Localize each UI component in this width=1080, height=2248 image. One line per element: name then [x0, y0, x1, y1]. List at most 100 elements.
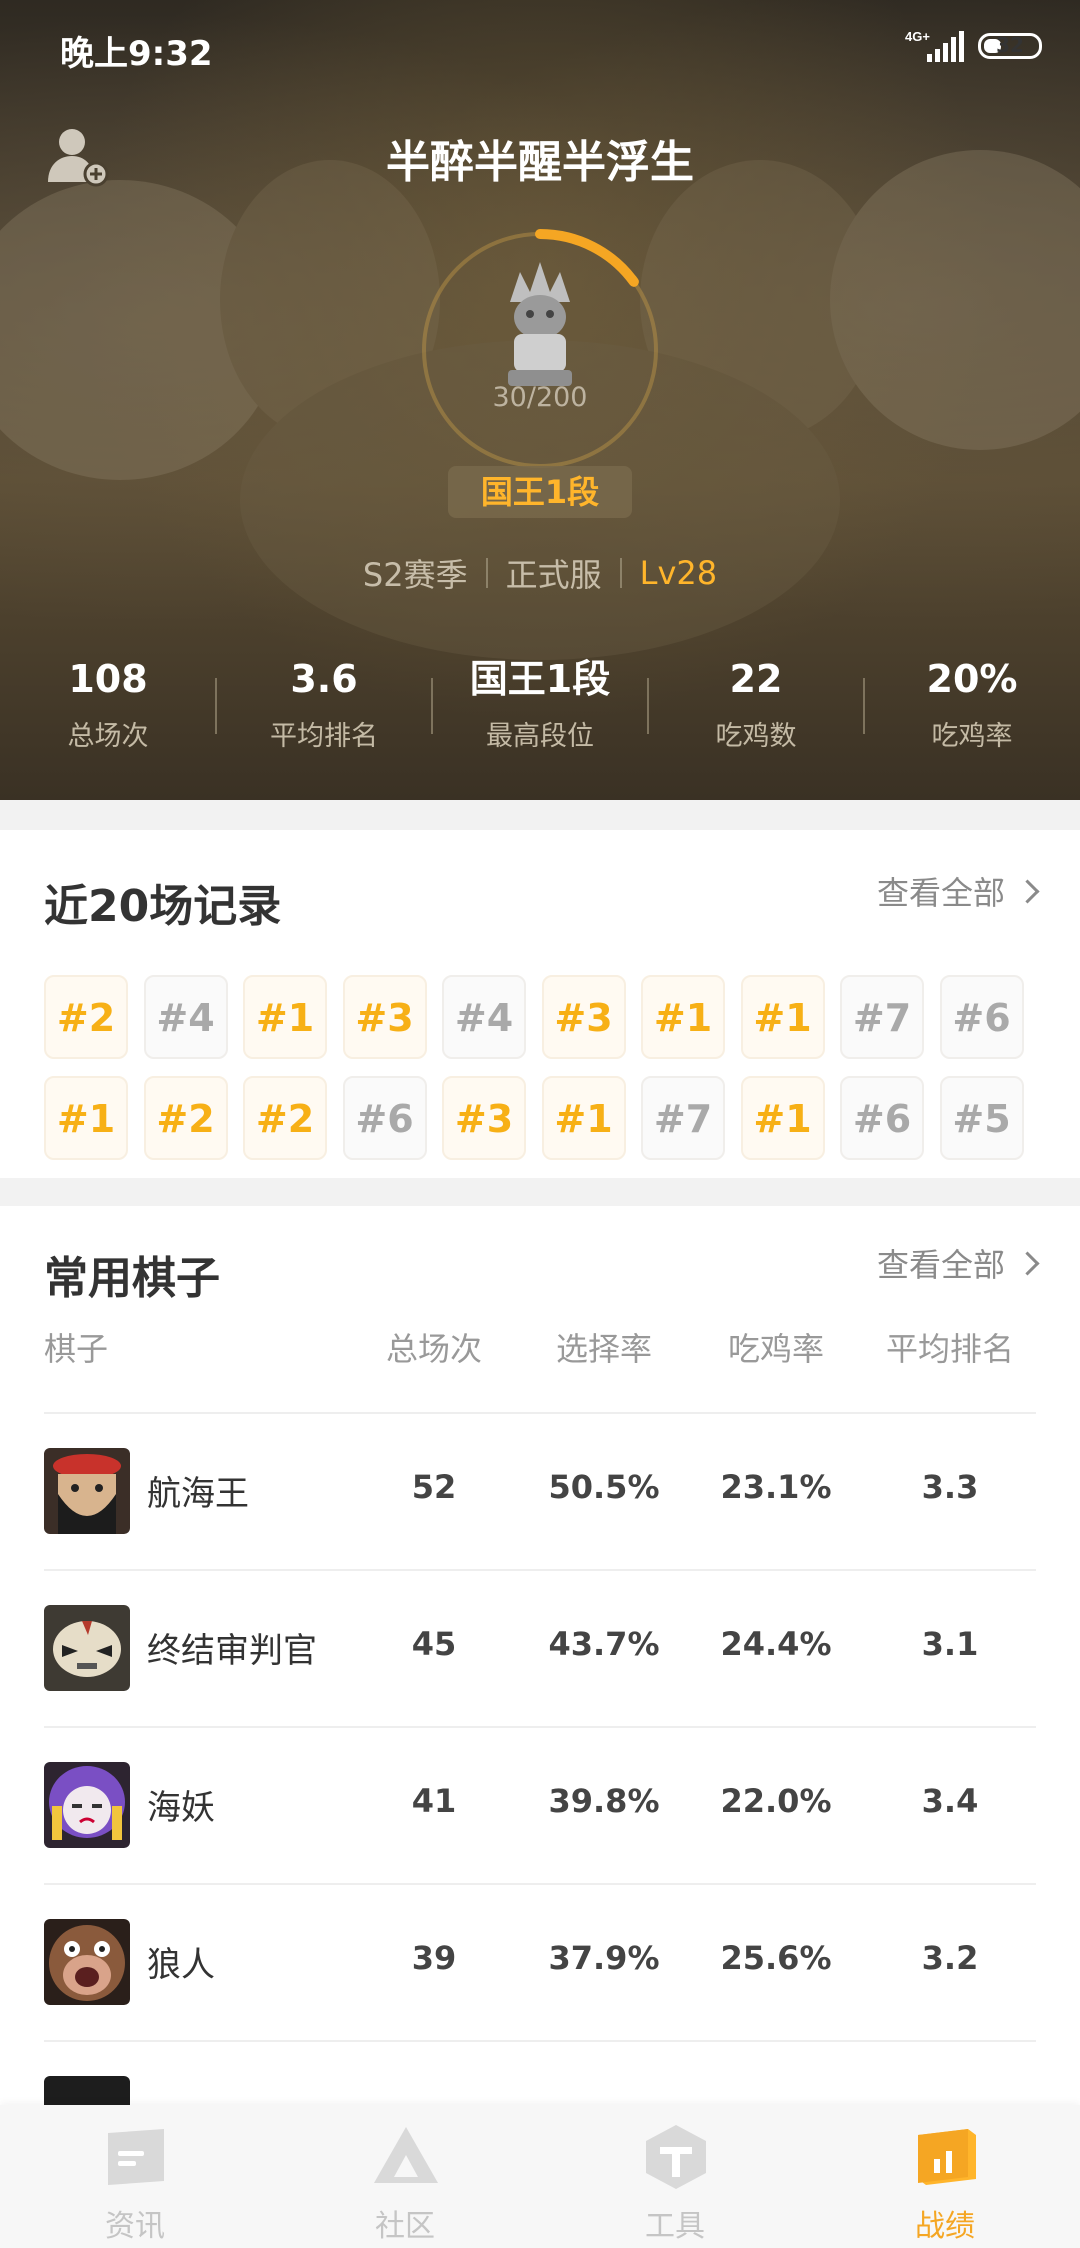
divider — [619, 558, 622, 588]
table-row[interactable]: 海妖 41 39.8% 22.0% 3.4 — [44, 1726, 1036, 1885]
profile-header: 晚上9:32 4G+ 32 半醉半醒半浮生 30/200 国王1段 S2赛季 正… — [0, 0, 1080, 800]
nav-label: 战绩 — [915, 2209, 975, 2244]
piece-pick-rate: 37.9% — [548, 1939, 660, 1977]
pieces-table-header: 棋子 总场次 选择率 吃鸡率 平均排名 — [44, 1324, 1036, 1378]
recent-result-cell: #1 — [541, 1076, 626, 1160]
column-header: 选择率 — [555, 1330, 652, 1368]
column-header: 吃鸡率 — [727, 1330, 824, 1368]
record-icon — [918, 2129, 976, 2185]
stat-highest-tier: 国王1段 最高段位 — [432, 652, 648, 753]
stats-summary: 108 总场次 3.6 平均排名 国王1段 最高段位 22 吃鸡数 20% 吃鸡… — [0, 652, 1080, 762]
stat-value: 3.6 — [290, 657, 358, 701]
divider — [485, 558, 488, 588]
table-row[interactable] — [44, 2040, 1036, 2116]
piece-name: 狼人 — [147, 1945, 215, 1985]
piece-avg-rank: 3.1 — [921, 1625, 979, 1663]
piece-name: 海妖 — [147, 1788, 215, 1828]
king-rank-emblem-icon — [508, 262, 572, 386]
rank-progress-ring — [419, 229, 661, 471]
siren-avatar-icon — [44, 1762, 130, 1848]
pieces-view-all-link[interactable]: 查看全部 — [876, 1240, 1040, 1286]
recent-matches-title: 近20场记录 — [44, 881, 282, 932]
piece-games: 45 — [411, 1625, 457, 1663]
season-info: S2赛季 正式服 Lv28 — [0, 550, 1080, 596]
stat-label: 吃鸡数 — [715, 721, 797, 752]
recent-result-cell: #3 — [342, 975, 427, 1059]
chevron-right-icon — [1015, 1251, 1040, 1276]
common-pieces-title: 常用棋子 — [44, 1253, 220, 1304]
recent-result-cell: #2 — [44, 975, 128, 1059]
recent-result-cell: #2 — [143, 1076, 228, 1160]
stat-value: 108 — [68, 657, 148, 701]
piece-games: 52 — [411, 1468, 457, 1506]
recent-result-cell: #3 — [541, 975, 626, 1059]
nav-label: 资讯 — [105, 2209, 165, 2244]
piece-win-rate: 25.6% — [720, 1939, 832, 1977]
piece-avg-rank: 3.2 — [921, 1939, 979, 1977]
piece-win-rate: 23.1% — [720, 1468, 832, 1506]
recent-result-cell: #1 — [44, 1076, 128, 1160]
view-all-label: 查看全部 — [876, 874, 1005, 912]
table-row[interactable]: 狼人 39 37.9% 25.6% 3.2 — [44, 1883, 1036, 2042]
status-time: 晚上9:32 — [60, 34, 213, 74]
nav-news[interactable]: 资讯 — [0, 2105, 270, 2248]
piece-pick-rate: 39.8% — [548, 1782, 660, 1820]
recent-result-cell: #6 — [840, 1076, 924, 1160]
nav-record[interactable]: 战绩 — [810, 2105, 1080, 2248]
recent-result-cell: #1 — [740, 975, 825, 1059]
stat-average-rank: 3.6 平均排名 — [216, 652, 432, 753]
column-header: 棋子 — [44, 1330, 109, 1368]
recent-result-cell: #6 — [939, 975, 1024, 1059]
news-icon — [108, 2129, 164, 2185]
table-row[interactable]: 航海王 52 50.5% 23.1% 3.3 — [44, 1412, 1036, 1571]
chevron-right-icon — [1015, 879, 1040, 904]
community-icon — [374, 2127, 438, 2183]
player-nickname: 半醉半醒半浮生 — [386, 137, 694, 188]
piece-pick-rate: 50.5% — [548, 1468, 660, 1506]
nav-tools[interactable]: 工具 — [540, 2105, 810, 2248]
recent-matches-card: 近20场记录 查看全部 #2 #4 #1 #3 #4 #3 #1 #1 #7 #6 #1 #2 #2 #6… — [0, 830, 1080, 1178]
rank-progress-text: 30/200 — [492, 382, 588, 413]
recent-result-cell: #1 — [641, 975, 725, 1059]
player-level: Lv28 — [639, 554, 718, 592]
piece-win-rate: 24.4% — [720, 1625, 832, 1663]
recent-result-cell: #7 — [641, 1076, 725, 1160]
common-pieces-card: 常用棋子 查看全部 棋子 总场次 选择率 吃鸡率 平均排名 航海王 52 50.… — [0, 1206, 1080, 2116]
season-label: S2赛季 — [362, 556, 468, 594]
status-bar: 晚上9:32 4G+ 32 — [0, 0, 1080, 100]
stat-total-games: 108 总场次 — [0, 652, 216, 753]
recent-result-cell: #7 — [840, 975, 924, 1059]
recent-result-cell: #1 — [243, 975, 327, 1059]
bottom-navigation: 资讯 社区 工具 战绩 — [0, 2105, 1080, 2248]
stat-value: 20% — [926, 657, 1018, 701]
pirate-king-avatar-icon — [44, 1448, 130, 1534]
recent-result-cell: #4 — [442, 975, 526, 1059]
piece-avg-rank: 3.4 — [921, 1782, 979, 1820]
final-judge-avatar-icon — [44, 1605, 130, 1691]
stat-label: 总场次 — [67, 721, 149, 752]
battery-level: 32 — [996, 33, 1024, 57]
piece-name: 终结审判官 — [147, 1631, 317, 1671]
table-row[interactable]: 终结审判官 45 43.7% 24.4% 3.1 — [44, 1569, 1036, 1728]
stat-wins: 22 吃鸡数 — [648, 652, 864, 753]
piece-win-rate: 22.0% — [720, 1782, 832, 1820]
recent-result-cell: #4 — [143, 975, 228, 1059]
stat-label: 吃鸡率 — [931, 721, 1013, 752]
column-header: 平均排名 — [885, 1330, 1014, 1368]
view-all-label: 查看全部 — [876, 1246, 1005, 1284]
battery-icon: 32 — [978, 33, 1042, 59]
nav-community[interactable]: 社区 — [270, 2105, 540, 2248]
recent-result-cell: #1 — [740, 1076, 825, 1160]
piece-games: 41 — [411, 1782, 457, 1820]
recent-result-cell: #5 — [939, 1076, 1024, 1160]
recent-result-cell: #3 — [442, 1076, 526, 1160]
nav-label: 工具 — [645, 2209, 705, 2244]
stat-value: 国王1段 — [469, 657, 611, 701]
piece-avg-rank: 3.3 — [921, 1468, 979, 1506]
stat-label: 最高段位 — [486, 721, 594, 752]
current-tier-badge: 国王1段 — [448, 466, 632, 518]
piece-pick-rate: 43.7% — [548, 1625, 660, 1663]
stat-label: 平均排名 — [270, 721, 378, 752]
recent-view-all-link[interactable]: 查看全部 — [876, 868, 1040, 914]
stat-win-rate: 20% 吃鸡率 — [864, 652, 1080, 753]
